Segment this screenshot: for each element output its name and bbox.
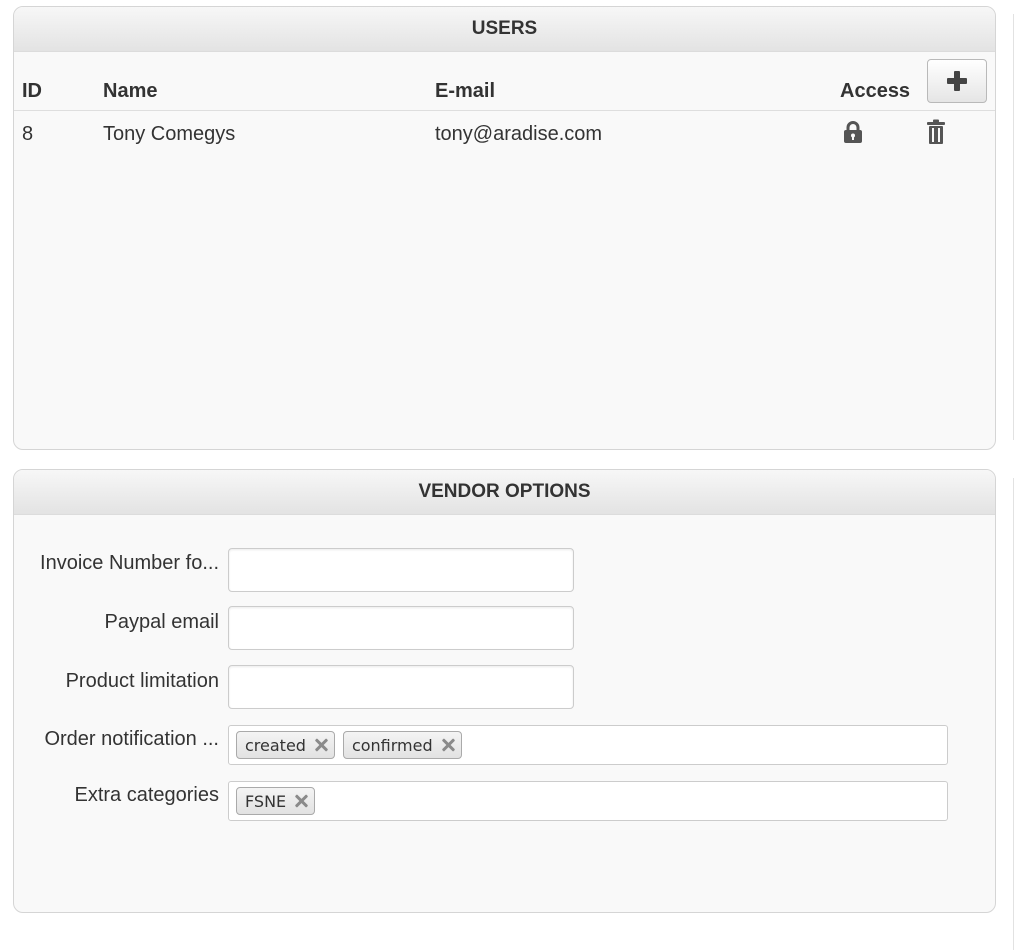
user-email-cell: tony@aradise.com: [435, 123, 603, 145]
column-header-access: Access: [840, 80, 911, 102]
column-header-id: ID: [22, 80, 42, 102]
paypal-email-label: Paypal email: [104, 611, 219, 633]
invoice-number-label: Invoice Number fo...: [40, 552, 219, 574]
extra-categories-tag-input[interactable]: FSNE: [228, 781, 948, 821]
vendor-options-title: VENDOR OPTIONS: [14, 470, 995, 515]
table-row: 8 Tony Comegys tony@aradise.com: [14, 111, 995, 157]
users-table-header: ID Name E-mail Access: [14, 52, 995, 111]
order-notification-label: Order notification ...: [44, 728, 219, 750]
remove-tag-icon[interactable]: [441, 738, 455, 752]
remove-tag-icon[interactable]: [294, 794, 308, 808]
users-panel-title: USERS: [14, 7, 995, 52]
column-header-email: E-mail: [435, 80, 496, 102]
vendor-options-form: Invoice Number fo... Paypal email Produc…: [14, 515, 995, 912]
vendor-options-panel: VENDOR OPTIONS Invoice Number fo... Payp…: [13, 469, 996, 913]
remove-tag-icon[interactable]: [314, 738, 328, 752]
user-name-cell: Tony Comegys: [103, 123, 236, 145]
order-notification-tag-input[interactable]: created confirmed: [228, 725, 948, 765]
product-limitation-input[interactable]: [228, 665, 574, 709]
tag-confirmed: confirmed: [342, 731, 462, 759]
adjacent-panel-edge: [1010, 0, 1014, 950]
users-panel: USERS ID Name E-mail Access 8 Tony Comeg…: [13, 6, 996, 450]
extra-categories-label: Extra categories: [74, 784, 219, 806]
add-user-button[interactable]: [927, 59, 987, 103]
tag-created: created: [236, 731, 335, 759]
tag-label: created: [245, 735, 306, 755]
paypal-email-input[interactable]: [228, 606, 574, 650]
tag-label: FSNE: [245, 791, 287, 811]
lock-icon[interactable]: [842, 120, 864, 149]
column-header-name: Name: [103, 80, 158, 102]
user-id-cell: 8: [22, 123, 34, 145]
trash-icon[interactable]: [926, 119, 946, 150]
product-limitation-label: Product limitation: [65, 670, 219, 692]
invoice-number-input[interactable]: [228, 548, 574, 592]
plus-icon: [947, 71, 967, 91]
tag-fsne: FSNE: [236, 787, 316, 815]
tag-label: confirmed: [351, 735, 433, 755]
